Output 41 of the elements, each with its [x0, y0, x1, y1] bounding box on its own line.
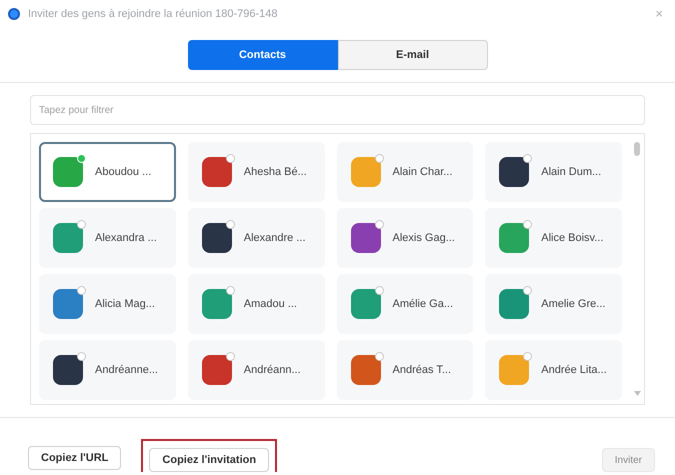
- scrollbar-thumb[interactable]: [634, 142, 640, 156]
- contact-card[interactable]: Aboudou ...: [39, 142, 176, 202]
- contact-card[interactable]: Alexandre ...: [188, 208, 324, 268]
- contact-card[interactable]: Alicia Mag...: [39, 274, 176, 334]
- copy-button[interactable]: Copiez l'invitation: [149, 448, 270, 472]
- contact-card[interactable]: Amadou ...: [188, 274, 324, 334]
- contact-card[interactable]: Andréanne...: [39, 340, 176, 400]
- contact-name: Andréas T...: [392, 362, 451, 378]
- contact-card[interactable]: Alain Dum...: [485, 142, 622, 202]
- tab[interactable]: Contacts: [188, 40, 338, 70]
- filter-field[interactable]: Tapez pour filtrer: [30, 95, 645, 125]
- contact-card[interactable]: Andréann...: [188, 340, 324, 400]
- contact-card[interactable]: Alice Boisv...: [485, 208, 622, 268]
- window-title: Inviter des gens à rejoindre la réunion 180-796-148: [28, 6, 278, 22]
- contact-name: Amadou ...: [244, 296, 297, 312]
- contact-name: Alicia Mag...: [95, 296, 155, 312]
- contact-name: Andréann...: [244, 362, 301, 378]
- contact-name: Andrée Lita...: [541, 362, 607, 378]
- scroll-down-icon[interactable]: [634, 391, 640, 396]
- contact-name: Amélie Ga...: [392, 296, 454, 312]
- contact-card[interactable]: Andrée Lita...: [485, 340, 622, 400]
- contact-name: Alexis Gag...: [392, 230, 455, 246]
- contact-name: Andréanne...: [95, 362, 158, 378]
- contact-card[interactable]: Alexandra ...: [39, 208, 176, 268]
- tab[interactable]: E-mail: [338, 40, 488, 70]
- contact-name: Alexandra ...: [95, 230, 157, 246]
- contact-name: Amelie Gre...: [541, 296, 606, 312]
- contact-card[interactable]: Alain Char...: [336, 142, 474, 202]
- contact-name: Alain Char...: [392, 164, 452, 180]
- contact-name: Aboudou ...: [95, 164, 152, 180]
- contact-name: Ahesha Bé...: [244, 164, 307, 180]
- contact-name: Alain Dum...: [541, 164, 602, 180]
- contact-card[interactable]: Amélie Ga...: [336, 274, 474, 334]
- app-logo-icon: [8, 8, 20, 20]
- contact-name: Alice Boisv...: [541, 230, 604, 246]
- contact-name: Alexandre ...: [244, 230, 306, 246]
- contact-card[interactable]: Alexis Gag...: [336, 208, 474, 268]
- contact-card[interactable]: Amelie Gre...: [485, 274, 622, 334]
- copy-button[interactable]: Copiez l'URL: [28, 446, 122, 470]
- contact-card[interactable]: Ahesha Bé...: [188, 142, 324, 202]
- contact-card[interactable]: Andréas T...: [336, 340, 474, 400]
